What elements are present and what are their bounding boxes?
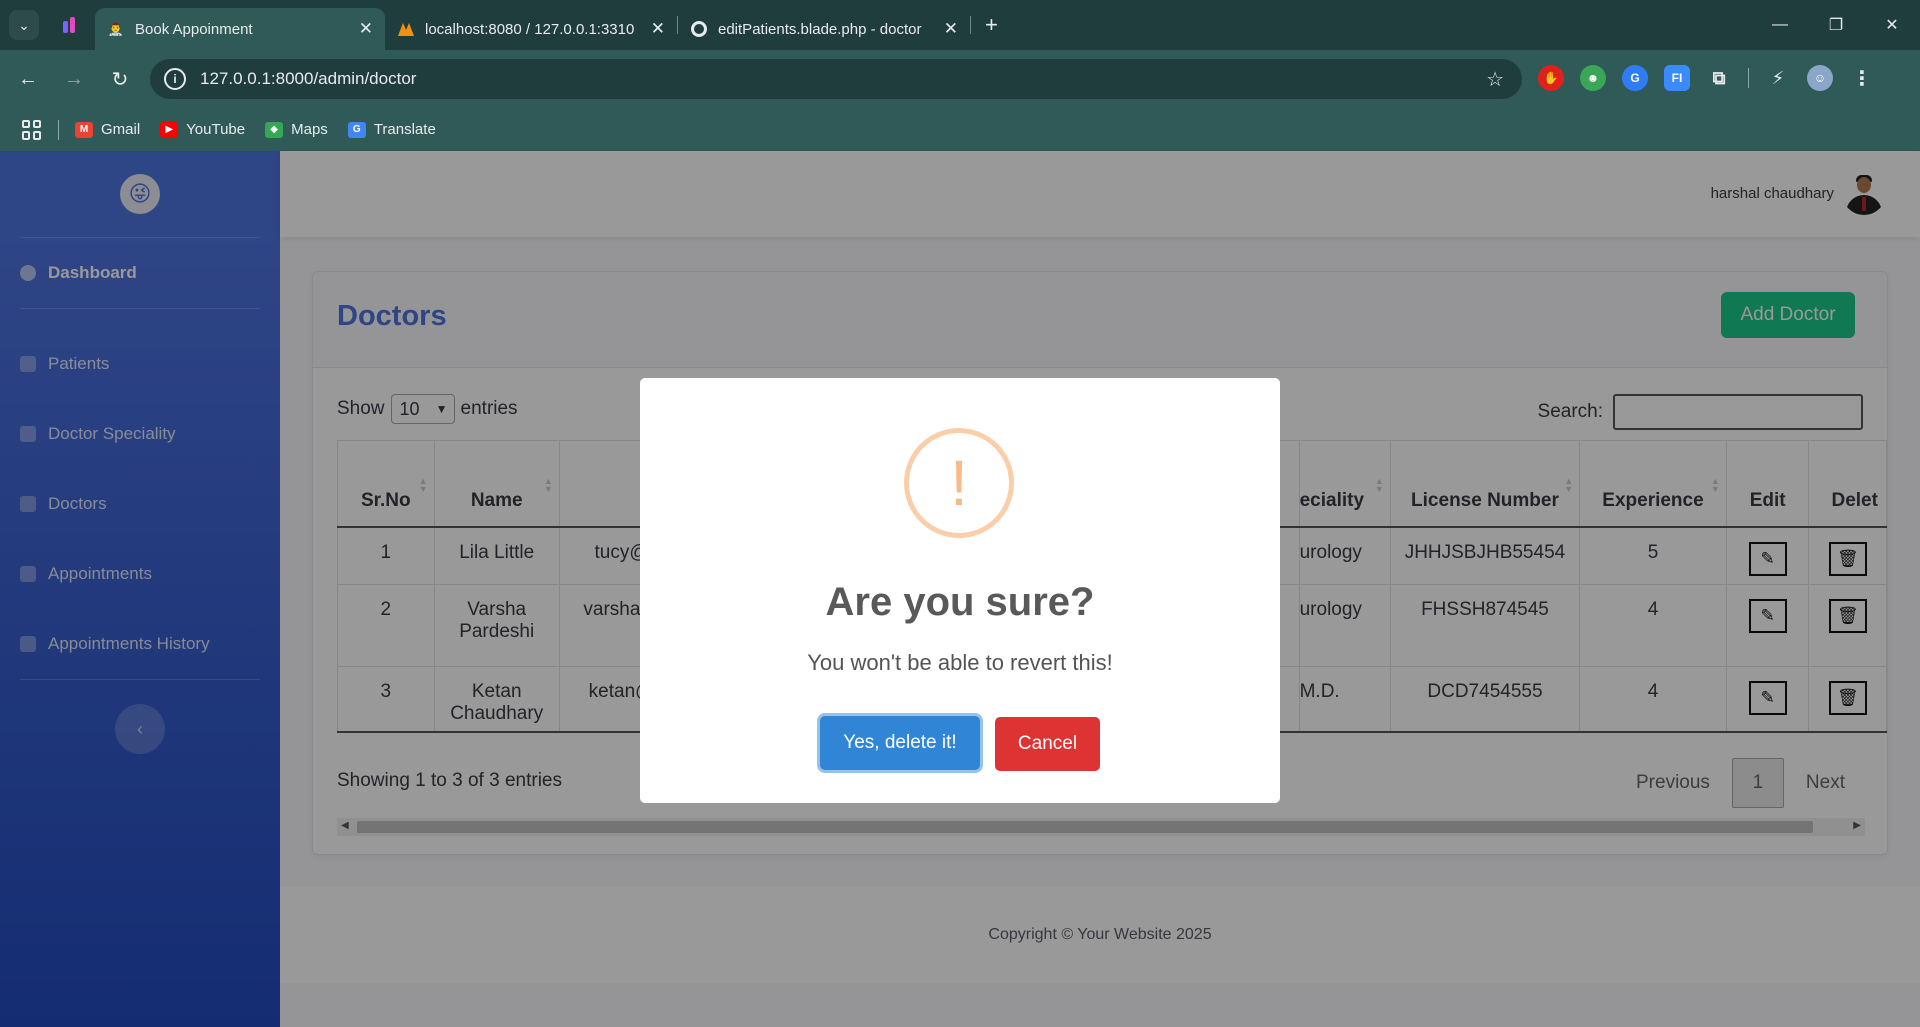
tab-phpmyadmin[interactable]: localhost:8080 / 127.0.0.1:3310 ✕ — [385, 8, 677, 50]
cancel-button[interactable]: Cancel — [995, 717, 1100, 771]
adblock-extension-icon[interactable]: ✋ — [1538, 65, 1564, 91]
dialog-title: Are you sure? — [825, 580, 1095, 624]
site-info-icon[interactable]: i — [164, 68, 186, 90]
puzzle-extensions-icon[interactable]: ⧉ — [1706, 65, 1732, 91]
new-tab-icon[interactable]: + — [985, 12, 998, 38]
dialog-text: You won't be able to revert this! — [807, 650, 1113, 675]
bookmark-label: Translate — [373, 121, 436, 138]
close-window-icon[interactable]: ✕ — [1864, 0, 1920, 50]
restore-icon[interactable]: ❐ — [1808, 0, 1864, 50]
bookmarks-bar: M Gmail ▶ YouTube ◆ Maps G Translate — [0, 108, 1920, 151]
bookmark-youtube[interactable]: ▶ YouTube — [160, 121, 245, 138]
forward-icon[interactable]: → — [56, 61, 92, 97]
browser-toolbar: ← → ↻ i 127.0.0.1:8000/admin/doctor ☆ ✋ … — [0, 50, 1920, 108]
minimize-icon[interactable]: — — [1752, 0, 1808, 50]
window-controls: — ❐ ✕ — [1752, 0, 1920, 50]
close-tab-icon[interactable]: ✕ — [944, 19, 958, 39]
browser-tabbar: ⌄ 👨‍⚕️ Book Appoinment ✕ localhost:8080 … — [0, 0, 1920, 50]
bookmark-gmail[interactable]: M Gmail — [75, 121, 140, 138]
close-tab-icon[interactable]: ✕ — [651, 19, 665, 39]
grammarly-extension-icon[interactable]: G — [1622, 65, 1648, 91]
url-text: 127.0.0.1:8000/admin/doctor — [200, 69, 417, 88]
profile-avatar-icon[interactable]: ☺ — [1807, 65, 1833, 91]
app-icon[interactable] — [55, 10, 85, 40]
tab-title: localhost:8080 / 127.0.0.1:3310 — [425, 20, 635, 38]
more-menu-icon[interactable]: ⋮ — [1849, 65, 1875, 91]
robot-extension-icon[interactable]: ☻ — [1580, 65, 1606, 91]
tab-github[interactable]: editPatients.blade.php - doctor ✕ — [678, 8, 970, 50]
confirm-delete-button[interactable]: Yes, delete it! — [820, 716, 980, 770]
close-tab-icon[interactable]: ✕ — [359, 19, 373, 39]
github-favicon-icon — [690, 20, 708, 38]
bookmark-maps[interactable]: ◆ Maps — [265, 121, 328, 138]
bookmark-label: Maps — [291, 121, 328, 138]
bookmark-star-icon[interactable]: ☆ — [1486, 67, 1504, 92]
address-bar[interactable]: i 127.0.0.1:8000/admin/doctor ☆ — [150, 59, 1522, 99]
bookmark-label: Gmail — [101, 121, 141, 138]
performance-icon[interactable]: ⚡ — [1765, 65, 1791, 91]
youtube-icon: ▶ — [160, 121, 179, 138]
back-icon[interactable]: ← — [10, 61, 46, 97]
translate-icon: G — [347, 121, 366, 138]
fi-extension-icon[interactable]: FI — [1664, 65, 1690, 91]
tab-search-button[interactable]: ⌄ — [9, 10, 39, 40]
phpmyadmin-favicon-icon — [397, 20, 415, 38]
bookmark-translate[interactable]: G Translate — [347, 121, 436, 138]
confirm-delete-dialog: ! Are you sure? You won't be able to rev… — [640, 378, 1280, 803]
extensions-row: ✋ ☻ G FI ⧉ ⚡ ☺ ⋮ — [1538, 65, 1875, 91]
gmail-icon: M — [75, 121, 93, 138]
maps-icon: ◆ — [265, 121, 284, 138]
tab-book-appointment[interactable]: 👨‍⚕️ Book Appoinment ✕ — [95, 8, 385, 50]
bookmark-label: YouTube — [186, 121, 246, 138]
toolbar-separator — [1748, 68, 1749, 88]
bookmark-separator — [58, 119, 59, 140]
tab-separator — [970, 16, 971, 34]
reload-icon[interactable]: ↻ — [102, 61, 138, 97]
tab-title: Book Appoinment — [135, 20, 253, 38]
warning-icon: ! — [904, 428, 1014, 538]
doctor-favicon-icon: 👨‍⚕️ — [107, 21, 125, 36]
apps-grid-icon[interactable] — [22, 119, 42, 140]
tab-title: editPatients.blade.php - doctor — [718, 20, 922, 38]
